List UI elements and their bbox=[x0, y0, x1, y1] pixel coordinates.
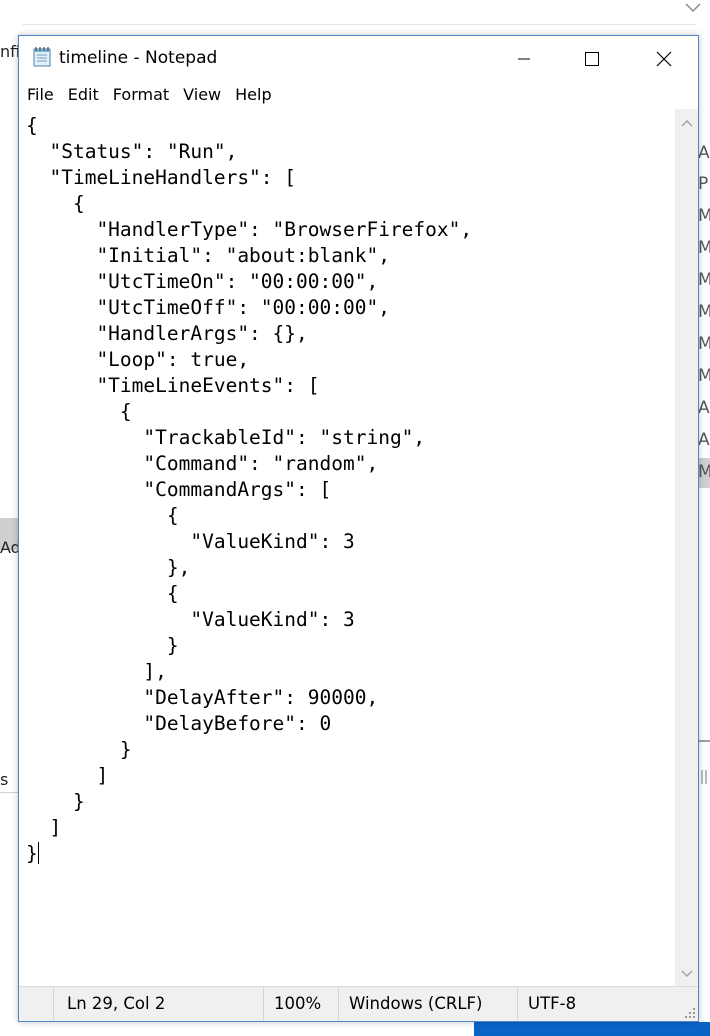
status-bar: Ln 29, Col 2 100% Windows (CRLF) UTF-8 bbox=[19, 986, 698, 1021]
editor-content[interactable]: { "Status": "Run", "TimeLineHandlers": [… bbox=[26, 114, 472, 865]
background-left-text: s bbox=[0, 770, 9, 789]
background-scroll-handle bbox=[701, 770, 707, 784]
vertical-scrollbar[interactable] bbox=[675, 109, 698, 986]
background-left-text: nfig bbox=[0, 42, 20, 61]
status-cursor-position: Ln 29, Col 2 bbox=[67, 994, 166, 1013]
text-caret bbox=[37, 842, 39, 864]
resize-grip-icon[interactable] bbox=[684, 1007, 696, 1019]
scroll-down-button[interactable] bbox=[675, 964, 698, 984]
background-right-text: P bbox=[698, 174, 709, 194]
background-right-text: M bbox=[698, 206, 710, 226]
menu-bar: File Edit Format View Help bbox=[19, 81, 698, 109]
menu-file[interactable]: File bbox=[19, 81, 60, 109]
chevron-down-icon bbox=[681, 970, 692, 977]
window-title: timeline - Notepad bbox=[59, 48, 218, 68]
menu-help[interactable]: Help bbox=[227, 81, 277, 109]
status-line-ending: Windows (CRLF) bbox=[349, 994, 483, 1013]
background-right-text: M bbox=[698, 334, 710, 354]
minimize-button[interactable] bbox=[490, 36, 558, 81]
background-right-text: M bbox=[698, 366, 710, 386]
scroll-up-button[interactable] bbox=[675, 113, 698, 133]
background-left-divider bbox=[0, 792, 20, 793]
close-button[interactable] bbox=[630, 36, 698, 81]
status-zoom: 100% bbox=[274, 994, 322, 1013]
background-right-text: A bbox=[698, 430, 710, 450]
text-editor[interactable]: { "Status": "Run", "TimeLineHandlers": [… bbox=[19, 109, 675, 986]
taskbar bbox=[474, 1022, 710, 1036]
notepad-window: timeline - Notepad File Edit Format View… bbox=[18, 35, 699, 1022]
notepad-icon bbox=[33, 47, 51, 67]
background-right-text: A bbox=[698, 398, 710, 418]
background-right-text: M bbox=[698, 270, 710, 290]
menu-view[interactable]: View bbox=[175, 81, 227, 109]
menu-format[interactable]: Format bbox=[105, 81, 175, 109]
chevron-up-icon bbox=[681, 120, 692, 127]
background-right-text: A bbox=[698, 143, 710, 163]
close-icon bbox=[656, 51, 672, 66]
background-window-header bbox=[0, 0, 710, 25]
status-divider bbox=[53, 987, 54, 1021]
maximize-button[interactable] bbox=[558, 36, 626, 81]
minimize-icon bbox=[518, 58, 530, 59]
menu-edit[interactable]: Edit bbox=[60, 81, 105, 109]
background-right-text: M bbox=[698, 462, 710, 482]
chevron-down-icon[interactable] bbox=[682, 0, 704, 16]
background-left-text: Ado bbox=[0, 538, 20, 557]
background-right-text: M bbox=[698, 302, 710, 322]
status-encoding: UTF-8 bbox=[528, 994, 577, 1013]
title-bar[interactable]: timeline - Notepad bbox=[19, 36, 698, 81]
maximize-icon bbox=[585, 51, 599, 66]
background-right-text: M bbox=[698, 238, 710, 258]
